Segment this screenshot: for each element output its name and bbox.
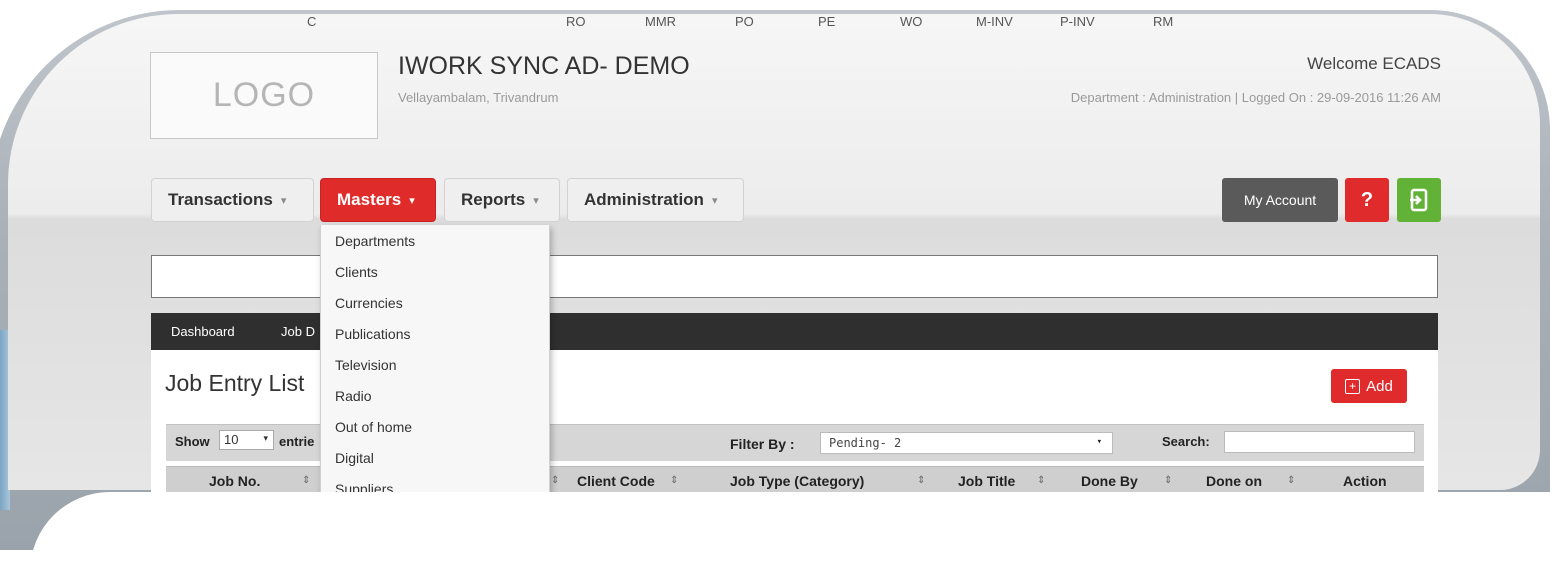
- sort-icon[interactable]: ⇕: [551, 475, 559, 486]
- add-button[interactable]: + Add: [1331, 369, 1407, 403]
- help-button[interactable]: ?: [1345, 178, 1389, 222]
- nav-transactions-label: Transactions: [168, 190, 273, 209]
- search-input[interactable]: [1224, 431, 1415, 453]
- breadcrumb-dashboard[interactable]: Dashboard: [171, 324, 235, 339]
- app-location: Vellayambalam, Trivandrum: [398, 90, 559, 105]
- sort-icon[interactable]: ⇕: [1037, 475, 1045, 486]
- menu-item-publications[interactable]: Publications: [335, 326, 411, 342]
- chevron-down-icon: ▾: [263, 433, 268, 443]
- chevron-down-icon: ▾: [711, 194, 718, 207]
- sort-icon[interactable]: ⇕: [1164, 475, 1172, 486]
- nav-masters-label: Masters: [337, 190, 402, 209]
- nav-administration-label: Administration: [584, 190, 704, 209]
- logout-button[interactable]: [1397, 178, 1441, 222]
- frame-bottom-edge: [30, 492, 1553, 572]
- menu-item-television[interactable]: Television: [335, 357, 396, 373]
- column-job-type[interactable]: Job Type (Category): [730, 473, 864, 489]
- column-client-code[interactable]: Client Code: [577, 473, 655, 489]
- column-done-on[interactable]: Done on: [1206, 473, 1262, 489]
- column-action: Action: [1343, 473, 1387, 489]
- filter-select-value: Pending- 2: [829, 436, 902, 450]
- shortcut-pe[interactable]: PE: [818, 14, 835, 29]
- search-label: Search:: [1162, 434, 1210, 449]
- entries-select[interactable]: 10 ▾: [219, 430, 274, 450]
- masters-dropdown-menu: Departments Clients Currencies Publicati…: [320, 225, 550, 501]
- sort-icon[interactable]: ⇕: [302, 475, 310, 486]
- show-label: Show: [175, 434, 210, 449]
- nav-administration[interactable]: Administration ▾: [567, 178, 744, 222]
- column-job-title[interactable]: Job Title: [958, 473, 1015, 489]
- breadcrumb-job[interactable]: Job D: [281, 324, 315, 339]
- nav-reports[interactable]: Reports ▾: [444, 178, 560, 222]
- menu-item-out-of-home[interactable]: Out of home: [335, 419, 412, 435]
- column-done-by[interactable]: Done By: [1081, 473, 1138, 489]
- filter-select[interactable]: Pending- 2 ▾: [820, 432, 1113, 454]
- sort-icon[interactable]: ⇕: [670, 475, 678, 486]
- filter-label: Filter By :: [730, 436, 795, 452]
- shortcut-po[interactable]: PO: [735, 14, 754, 29]
- page-title: Job Entry List: [165, 370, 305, 396]
- menu-item-radio[interactable]: Radio: [335, 388, 372, 404]
- sort-icon[interactable]: ⇕: [917, 475, 925, 486]
- chevron-down-icon: ▾: [1096, 437, 1102, 447]
- menu-item-digital[interactable]: Digital: [335, 450, 374, 466]
- shortcut-ro[interactable]: RO: [566, 14, 586, 29]
- nav-transactions[interactable]: Transactions ▾: [151, 178, 314, 222]
- nav-reports-label: Reports: [461, 190, 526, 209]
- column-job-no[interactable]: Job No.: [209, 473, 260, 489]
- chevron-down-icon: ▾: [533, 194, 539, 207]
- entries-select-value: 10: [224, 432, 239, 447]
- entries-label: entrie: [279, 434, 315, 449]
- add-button-label: Add: [1366, 377, 1393, 395]
- sort-icon[interactable]: ⇕: [1287, 475, 1295, 486]
- logout-icon: [1410, 188, 1428, 212]
- menu-item-currencies[interactable]: Currencies: [335, 295, 403, 311]
- my-account-button[interactable]: My Account: [1222, 178, 1338, 222]
- shortcut-rm[interactable]: RM: [1153, 14, 1173, 29]
- plus-icon: +: [1345, 378, 1361, 394]
- chevron-down-icon: ▾: [409, 194, 415, 207]
- chevron-down-icon: ▾: [280, 194, 287, 207]
- shortcut-wo[interactable]: WO: [900, 14, 922, 29]
- shortcut-mmr[interactable]: MMR: [645, 14, 676, 29]
- menu-item-departments[interactable]: Departments: [335, 233, 415, 249]
- department-info: Department : Administration | Logged On …: [1070, 90, 1441, 105]
- welcome-text: Welcome ECADS: [1307, 54, 1441, 73]
- menu-item-clients[interactable]: Clients: [335, 264, 378, 280]
- nav-masters[interactable]: Masters ▾: [320, 178, 436, 222]
- shortcut-m-inv[interactable]: M-INV: [976, 14, 1013, 29]
- shortcut-p-inv[interactable]: P-INV: [1060, 14, 1095, 29]
- app-title: IWORK SYNC AD- DEMO: [398, 52, 690, 80]
- shortcut-c[interactable]: C: [307, 14, 316, 29]
- logo: LOGO: [150, 52, 378, 139]
